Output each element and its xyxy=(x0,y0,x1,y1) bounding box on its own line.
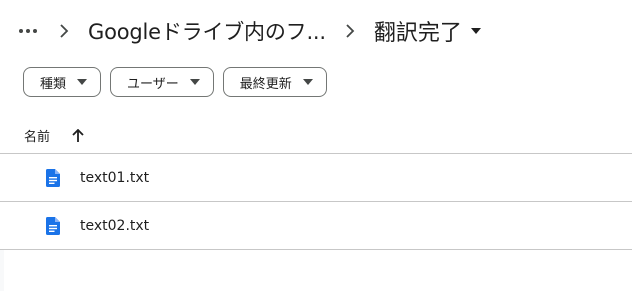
more-horiz-icon[interactable] xyxy=(10,13,46,49)
arrow-up-icon[interactable] xyxy=(68,126,88,146)
filter-user-label: ユーザー xyxy=(127,76,179,92)
filter-bar: 種類 ユーザー 最終更新 xyxy=(23,67,327,97)
caret-down-icon xyxy=(470,25,482,37)
filter-type-chip[interactable]: 種類 xyxy=(23,67,102,97)
google-docs-icon xyxy=(44,168,62,187)
file-name: text01.txt xyxy=(80,169,150,186)
file-name: text02.txt xyxy=(80,217,150,234)
name-column-header[interactable]: 名前 xyxy=(24,126,50,145)
table-row[interactable]: text01.txt xyxy=(0,154,632,202)
chevron-right-icon xyxy=(54,21,74,41)
panel-edge xyxy=(0,250,4,291)
filter-modified-chip[interactable]: 最終更新 xyxy=(222,67,327,97)
table-row[interactable]: text02.txt xyxy=(0,202,632,250)
breadcrumb: Googleドライブ内のフ... 翻訳完了 xyxy=(10,8,488,54)
filter-modified-label: 最終更新 xyxy=(239,76,292,92)
chevron-right-icon xyxy=(340,21,360,41)
breadcrumb-parent-folder[interactable]: Googleドライブ内のフ... xyxy=(82,12,332,50)
google-docs-icon xyxy=(44,216,62,235)
caret-down-icon xyxy=(189,76,201,88)
current-folder-label: 翻訳完了 xyxy=(373,21,462,46)
breadcrumb-current-folder[interactable]: 翻訳完了 xyxy=(368,11,488,51)
caret-down-icon xyxy=(302,76,314,88)
filter-type-label: 種類 xyxy=(40,76,67,92)
file-list: text01.txt text02.txt xyxy=(0,154,632,250)
drive-folder-view: Googleドライブ内のフ... 翻訳完了 種類 ユーザー 最終更新 名前 te… xyxy=(0,0,632,291)
filter-user-chip[interactable]: ユーザー xyxy=(110,67,214,97)
file-list-header: 名前 xyxy=(0,118,632,154)
caret-down-icon xyxy=(76,76,88,88)
